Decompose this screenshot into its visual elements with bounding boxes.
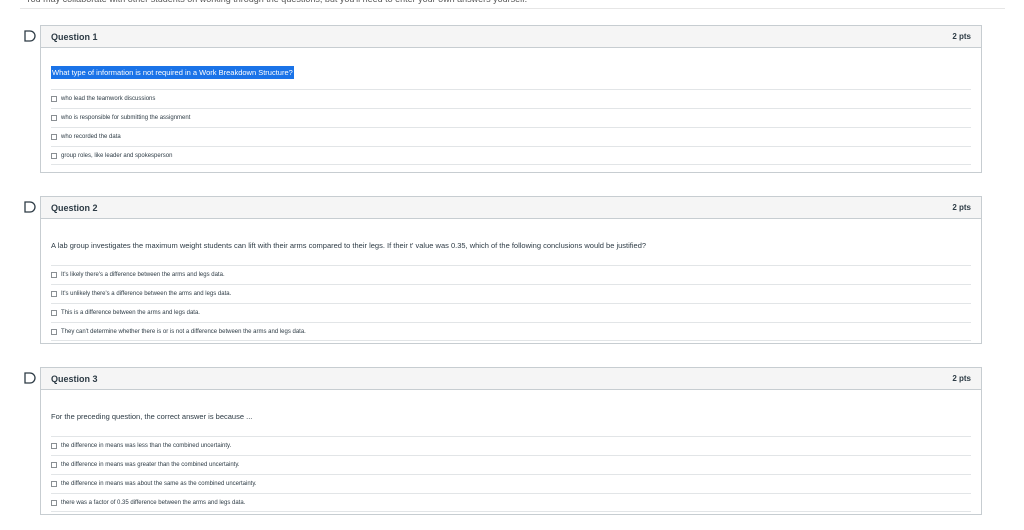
question-2: Question 2 2 pts A lab group investigate…: [40, 196, 982, 344]
answer-option[interactable]: This is a difference between the arms an…: [51, 303, 971, 322]
answer-option[interactable]: the difference in means was greater than…: [51, 455, 971, 474]
checkbox[interactable]: [51, 499, 57, 506]
question-text: For the preceding question, the correct …: [51, 412, 253, 421]
checkbox[interactable]: [51, 310, 57, 316]
question-title: Question 2: [51, 202, 98, 213]
flag-question-icon[interactable]: [24, 372, 36, 384]
question-title: Question 1: [51, 31, 98, 42]
question-header: Question 2 2 pts: [41, 197, 981, 219]
question-points: 2 pts: [952, 374, 971, 383]
checkbox[interactable]: [51, 152, 57, 159]
answer-option[interactable]: the difference in means was less than th…: [51, 436, 971, 455]
question-1: Question 1 2 pts What type of informatio…: [40, 25, 982, 173]
question-header: Question 1 2 pts: [41, 26, 981, 48]
checkbox[interactable]: [51, 115, 57, 121]
answer-label: group roles, like leader and spokesperso…: [61, 152, 173, 159]
question-title: Question 3: [51, 373, 98, 384]
flag-question-icon[interactable]: [24, 201, 36, 213]
answer-label: who recorded the data: [61, 134, 121, 140]
answer-label: the difference in means was greater than…: [61, 462, 240, 468]
instructions-note: • You may collaborate with other student…: [20, 0, 1005, 9]
answer-option[interactable]: there was a factor of 0.35 difference be…: [51, 493, 971, 512]
question-3: Question 3 2 pts For the preceding quest…: [40, 367, 982, 515]
answer-label: It's unlikely there's a difference betwe…: [61, 291, 232, 297]
answer-option[interactable]: who lead the teamwork discussions: [51, 89, 971, 108]
question-text: What type of information is not required…: [51, 66, 294, 79]
question-text: A lab group investigates the maximum wei…: [51, 241, 647, 250]
checkbox[interactable]: [51, 272, 57, 278]
answer-option[interactable]: It's unlikely there's a difference betwe…: [51, 284, 971, 303]
checkbox[interactable]: [51, 481, 57, 487]
answer-label: This is a difference between the arms an…: [61, 310, 200, 316]
checkbox[interactable]: [51, 328, 57, 335]
answer-option[interactable]: who is responsible for submitting the as…: [51, 108, 971, 127]
question-points: 2 pts: [952, 203, 971, 212]
answer-label: who lead the teamwork discussions: [61, 96, 156, 102]
checkbox[interactable]: [51, 96, 57, 102]
answer-option[interactable]: who recorded the data: [51, 127, 971, 146]
answer-label: the difference in means was less than th…: [61, 443, 232, 449]
answer-label: the difference in means was about the sa…: [61, 481, 257, 487]
flag-question-icon[interactable]: [24, 30, 36, 42]
checkbox[interactable]: [51, 462, 57, 468]
checkbox[interactable]: [51, 134, 57, 140]
answer-label: there was a factor of 0.35 difference be…: [61, 499, 246, 506]
answer-label: They can't determine whether there is or…: [61, 328, 306, 335]
answer-option[interactable]: the difference in means was about the sa…: [51, 474, 971, 493]
answer-label: It's likely there's a difference between…: [61, 272, 225, 278]
answer-label: who is responsible for submitting the as…: [61, 115, 191, 121]
checkbox[interactable]: [51, 291, 57, 297]
question-points: 2 pts: [952, 32, 971, 41]
answer-option[interactable]: It's likely there's a difference between…: [51, 265, 971, 284]
question-header: Question 3 2 pts: [41, 368, 981, 390]
checkbox[interactable]: [51, 443, 57, 449]
answer-option[interactable]: group roles, like leader and spokesperso…: [51, 146, 971, 165]
answer-option[interactable]: They can't determine whether there is or…: [51, 322, 971, 341]
